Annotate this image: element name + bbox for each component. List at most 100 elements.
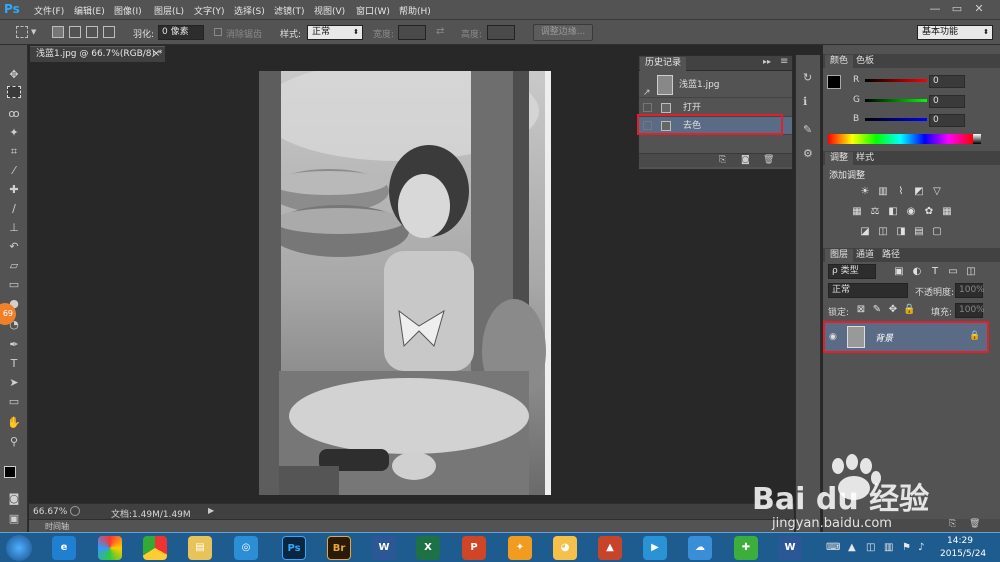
type-tool-icon[interactable]: T [5, 356, 23, 372]
keyboard-icon[interactable]: ⌨ [826, 542, 840, 553]
tray-app-icon[interactable]: ◫ [866, 542, 875, 553]
refine-edge-button[interactable]: 调整边缘... [533, 24, 593, 41]
close-icon[interactable]: ✕ [970, 2, 988, 16]
foreground-color-swatch[interactable] [4, 466, 16, 478]
filter-shape-icon[interactable]: ▭ [947, 266, 959, 277]
intersect-selection-icon[interactable] [103, 26, 115, 38]
app-star-icon[interactable]: ✦ [508, 536, 532, 560]
screen-mode-icon[interactable]: ▣ [5, 511, 23, 527]
brush-tool-icon[interactable]: ∕ [5, 201, 23, 217]
menu-window[interactable]: 窗口(W) [356, 4, 390, 17]
filter-pixel-icon[interactable]: ▣ [893, 266, 905, 277]
menu-layer[interactable]: 图层(L) [154, 4, 184, 17]
minimize-icon[interactable]: — [926, 2, 944, 16]
quick-mask-icon[interactable]: ◙ [5, 491, 23, 507]
lock-position-icon[interactable]: ✥ [887, 304, 899, 315]
layers-tab[interactable]: 图层 [825, 249, 854, 262]
panel-menu-icon[interactable]: ≡ [780, 56, 788, 67]
qq-browser-icon[interactable]: ◎ [234, 536, 258, 560]
color-tab[interactable]: 颜色 [825, 55, 854, 68]
document-image[interactable] [259, 71, 551, 495]
black-white-icon[interactable]: ◧ [887, 206, 899, 217]
layer-filter-select[interactable]: ρ 类型 [828, 264, 876, 279]
crop-tool-icon[interactable]: ⌗ [5, 144, 23, 160]
posterize-icon[interactable]: ◫ [877, 226, 889, 237]
lasso-tool-icon[interactable]: ꝏ [5, 106, 23, 122]
gradient-map-icon[interactable]: ▤ [913, 226, 925, 237]
history-brush-icon[interactable]: ↶ [5, 239, 23, 255]
wps-icon[interactable]: W [778, 536, 802, 560]
blend-mode-select[interactable]: 正常 [828, 283, 908, 298]
lock-pixels-icon[interactable]: ✎ [871, 304, 883, 315]
brightness-icon[interactable]: ☀ [859, 186, 871, 197]
filter-smart-icon[interactable]: ◫ [965, 266, 977, 277]
volume-icon[interactable]: ♪ [918, 542, 924, 553]
filter-adjust-icon[interactable]: ◐ [911, 266, 923, 277]
clone-stamp-icon[interactable]: ⊥ [5, 220, 23, 236]
r-input[interactable]: 0 [929, 75, 965, 88]
b-slider[interactable] [865, 118, 927, 121]
menu-help[interactable]: 帮助(H) [399, 4, 431, 17]
properties-panel-icon[interactable]: ⚙ [803, 147, 813, 160]
hand-tool-icon[interactable]: ✋ [5, 415, 23, 431]
channel-mixer-icon[interactable]: ✿ [923, 206, 935, 217]
color-balance-icon[interactable]: ⚖ [869, 206, 881, 217]
word-taskbar-icon[interactable]: W [372, 536, 396, 560]
trash-icon[interactable]: 🗑 [763, 155, 774, 165]
rectangle-tool-icon[interactable]: ▭ [5, 394, 23, 410]
camera-icon[interactable]: ◙ [741, 155, 750, 165]
menu-filter[interactable]: 滤镜(T) [274, 4, 305, 17]
subtract-selection-icon[interactable] [86, 26, 98, 38]
lock-transparent-icon[interactable]: ⊠ [855, 304, 867, 315]
eraser-tool-icon[interactable]: ▱ [5, 258, 23, 274]
color-bw-ramp[interactable] [973, 134, 981, 144]
start-button[interactable] [6, 535, 32, 561]
g-slider[interactable] [865, 99, 927, 102]
folder-icon[interactable]: ▤ [188, 536, 212, 560]
restore-icon[interactable]: ▭ [948, 2, 966, 16]
video-player-icon[interactable]: ▶ [643, 536, 667, 560]
threshold-icon[interactable]: ◨ [895, 226, 907, 237]
flag-icon[interactable]: ⚑ [902, 542, 911, 553]
workspace-select[interactable]: 基本功能 ⬍ [917, 25, 993, 40]
paint-palette-icon[interactable]: ◕ [553, 536, 577, 560]
eyedropper-tool-icon[interactable]: ⁄ [5, 163, 23, 179]
vibrance-icon[interactable]: ▽ [931, 186, 943, 197]
info-panel-icon[interactable]: ℹ [803, 95, 807, 108]
zoom-tool-icon[interactable]: ⚲ [5, 434, 23, 450]
menu-select[interactable]: 选择(S) [234, 4, 265, 17]
color-fg-swatch[interactable] [827, 75, 841, 89]
invert-icon[interactable]: ◪ [859, 226, 871, 237]
close-tab-icon[interactable]: × [152, 47, 160, 62]
quick-select-tool-icon[interactable]: ✦ [5, 125, 23, 141]
cloud-drive-icon[interactable]: ☁ [688, 536, 712, 560]
photo-filter-icon[interactable]: ◉ [905, 206, 917, 217]
history-tab[interactable]: 历史记录 [640, 57, 687, 71]
marquee-tool-icon[interactable] [7, 86, 21, 98]
exposure-icon[interactable]: ◩ [913, 186, 925, 197]
paths-tab[interactable]: 路径 [877, 249, 905, 262]
styles-tab[interactable]: 样式 [851, 152, 879, 165]
style-select[interactable]: 正常 ⬍ [307, 25, 363, 40]
tray-arrow-icon[interactable]: ▲ [848, 542, 856, 553]
selective-color-icon[interactable]: ▢ [931, 226, 943, 237]
swatches-tab[interactable]: 色板 [851, 55, 879, 68]
path-select-icon[interactable]: ➤ [5, 375, 23, 391]
share-icon[interactable] [70, 506, 80, 516]
pinwheel-icon[interactable] [98, 536, 122, 560]
b-input[interactable]: 0 [929, 114, 965, 127]
marquee-preset-icon[interactable] [16, 26, 28, 38]
new-selection-icon[interactable] [52, 26, 64, 38]
hue-icon[interactable]: ▦ [851, 206, 863, 217]
swap-icon[interactable]: ⇄ [436, 26, 444, 37]
history-panel-icon[interactable]: ↻ [803, 71, 812, 84]
collapse-icon[interactable]: ▸▸ [763, 57, 771, 66]
play-triangle-icon[interactable]: ▶ [208, 506, 214, 515]
color-spectrum[interactable] [828, 134, 973, 144]
clock-date[interactable]: 2015/5/24 [940, 549, 986, 559]
menu-edit[interactable]: 编辑(E) [74, 4, 105, 17]
filter-type-icon[interactable]: T [929, 266, 941, 277]
width-input[interactable] [398, 25, 426, 40]
menu-file[interactable]: 文件(F) [34, 4, 64, 17]
bridge-taskbar-icon[interactable]: Br [327, 536, 351, 560]
